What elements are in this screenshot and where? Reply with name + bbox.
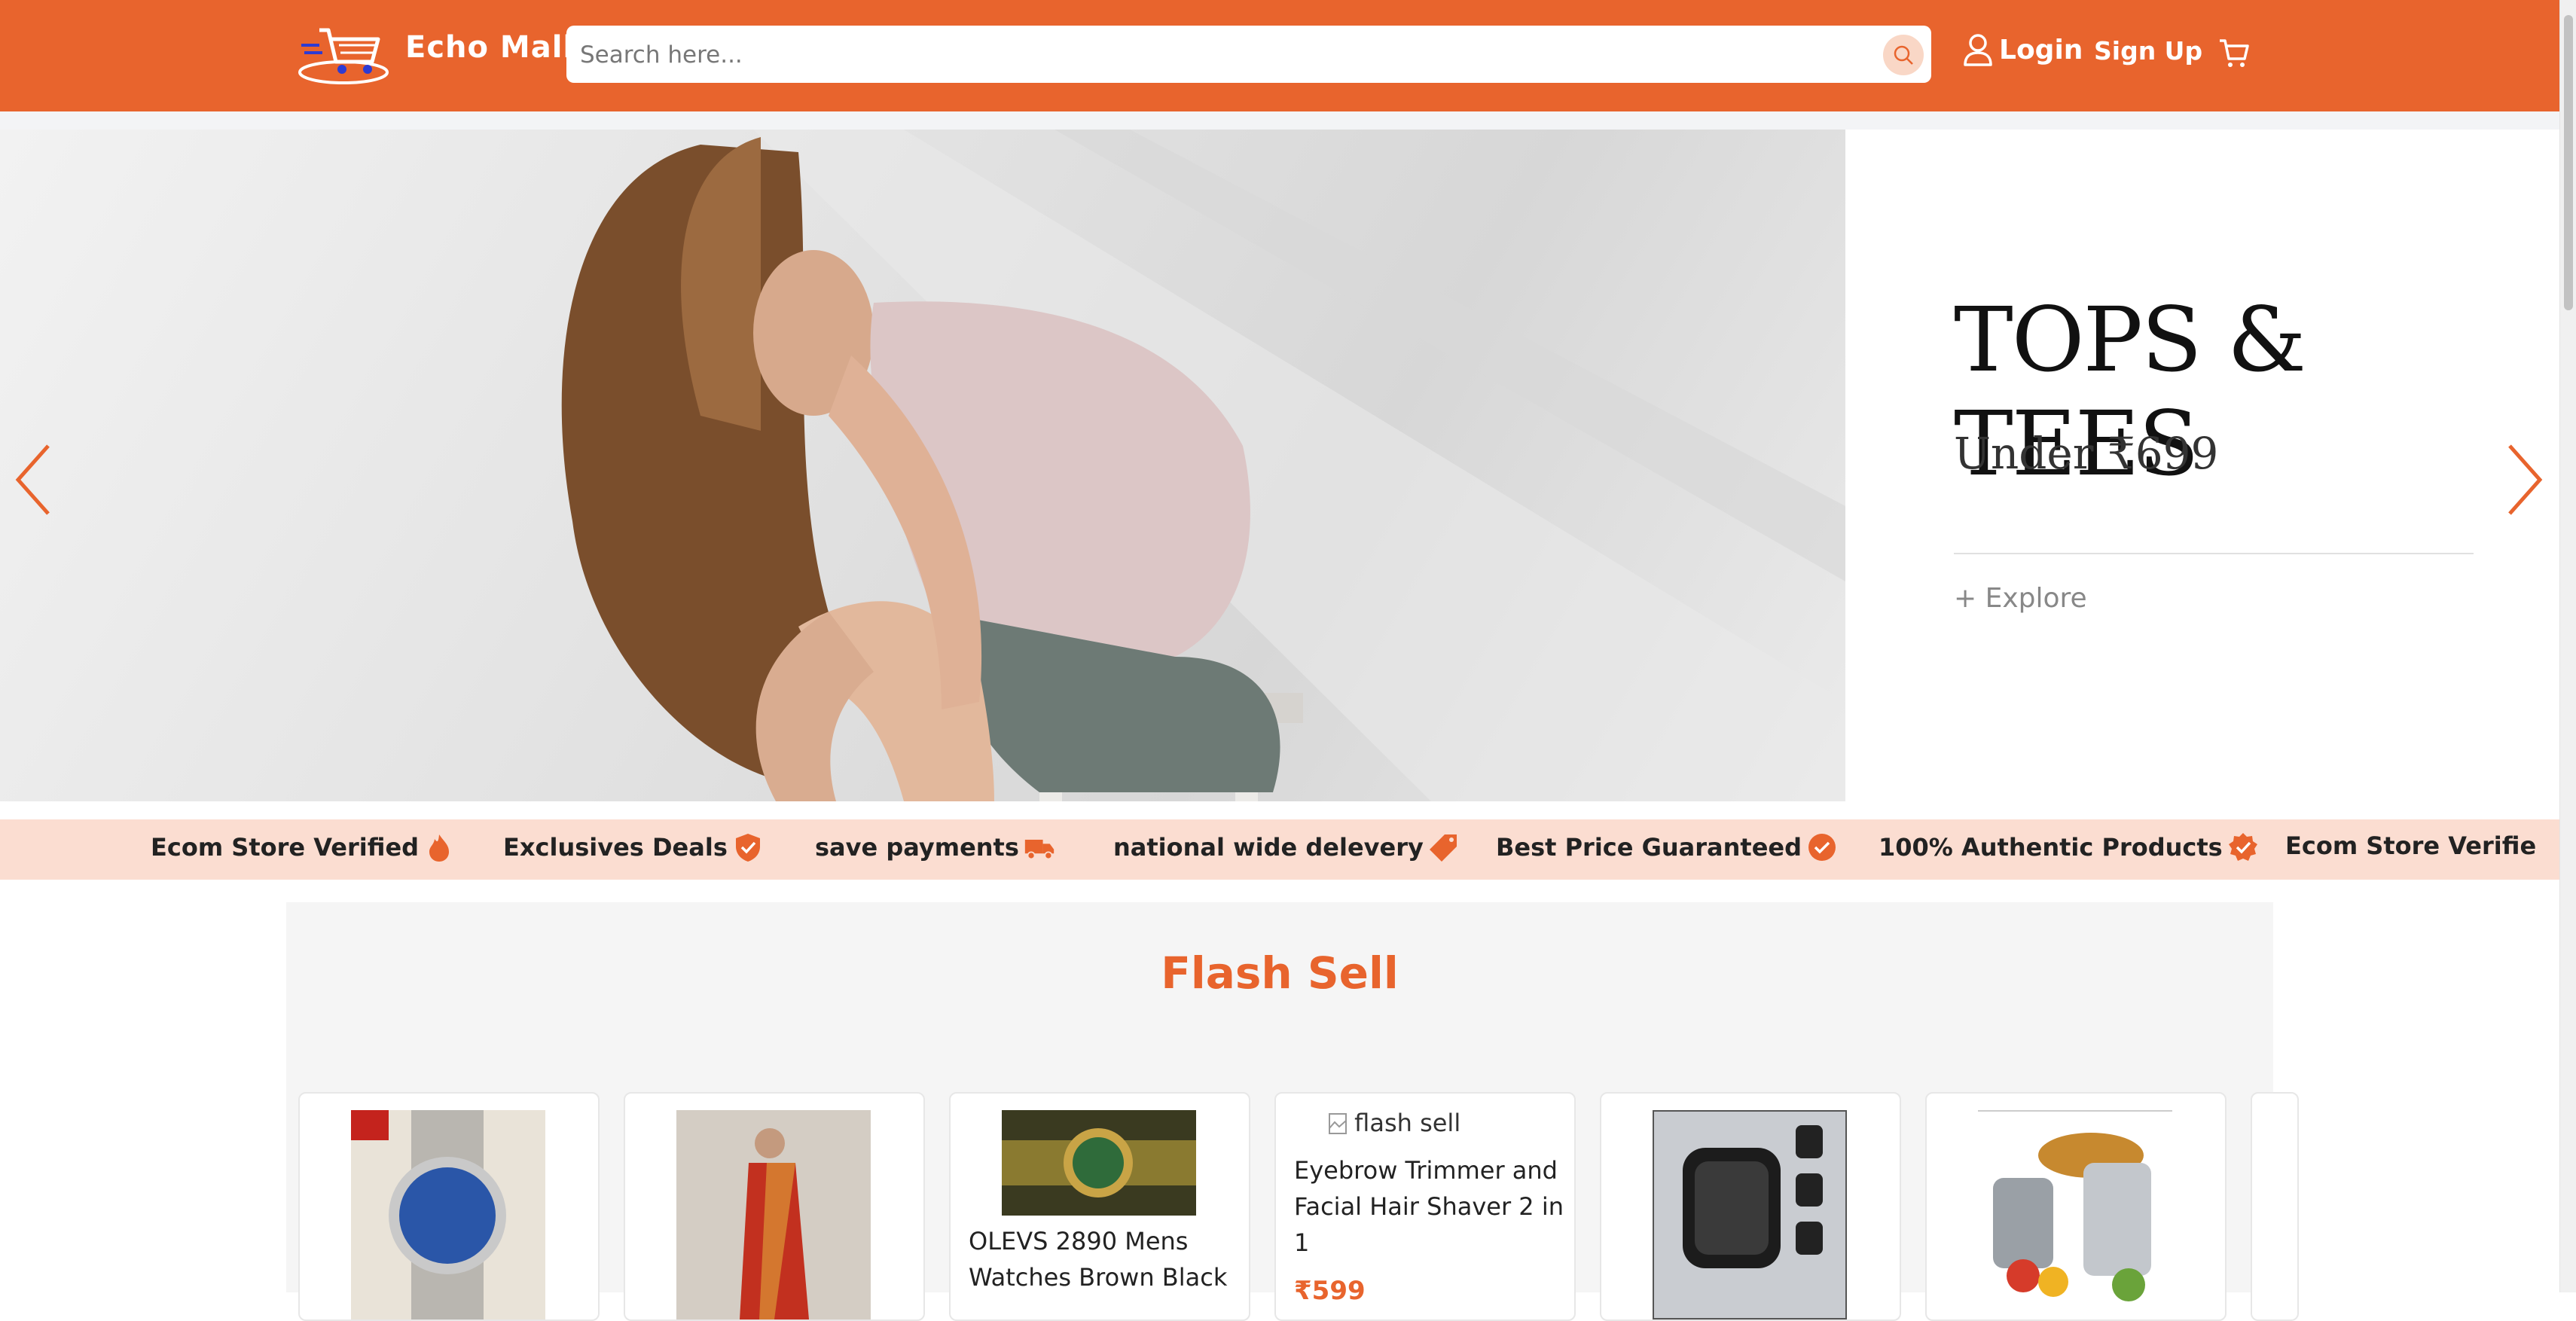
carousel-prev-icon[interactable]: [12, 431, 57, 529]
product-card[interactable]: [1600, 1092, 1901, 1321]
feature-marquee: Ecom Store Verified Exclusives Deals sav…: [0, 819, 2559, 880]
logo[interactable]: [297, 23, 390, 90]
marquee-label: national wide delevery: [1113, 833, 1424, 862]
broken-image-alt: flash sell: [1354, 1109, 1461, 1137]
marquee-label: 100% Authentic Products: [1879, 833, 2223, 862]
product-image-gold-watch: [1002, 1110, 1196, 1216]
marquee-item: Exclusives Deals: [503, 831, 764, 863]
product-image-saree: [676, 1110, 871, 1319]
marquee-item: Best Price Guaranteed: [1496, 831, 1838, 863]
search-input[interactable]: [578, 35, 1862, 75]
hero-divider: [1954, 553, 2474, 554]
hero-subtitle: Under ₹699: [1954, 428, 2219, 479]
product-name: OLEVS 2890 Mens Watches Brown Black: [969, 1227, 1228, 1292]
cart-logo-icon: [298, 28, 389, 84]
marquee-item: national wide delevery: [1113, 831, 1460, 863]
product-image-watch: [351, 1110, 545, 1319]
fire-icon: [429, 834, 450, 862]
product-card[interactable]: [298, 1092, 600, 1321]
product-card[interactable]: OLEVS 2890 Mens Watches Brown Black: [949, 1092, 1250, 1321]
marquee-item: save payments: [815, 831, 1055, 863]
product-image-grinder: [1978, 1110, 2172, 1319]
shield-check-icon: [735, 834, 760, 862]
product-price: ₹599: [1294, 1276, 1366, 1306]
hero-photo-illustration: [561, 130, 1845, 801]
brand-name[interactable]: Echo Mall: [405, 30, 574, 65]
product-card[interactable]: flash sell Eyebrow Trimmer and Facial Ha…: [1274, 1092, 1576, 1321]
check-circle-icon: [1808, 834, 1836, 861]
marquee-label: save payments: [815, 833, 1019, 862]
search-bar: [566, 26, 1931, 83]
explore-link[interactable]: + Explore: [1954, 583, 2087, 614]
marquee-item: 100% Authentic Products: [1879, 831, 2259, 863]
flash-sell-title: Flash Sell: [1161, 947, 1399, 999]
badge-check-icon: [2228, 833, 2257, 861]
user-icon: [1964, 34, 1992, 66]
truck-icon: [1024, 839, 1055, 860]
header-spacer: [0, 111, 2559, 130]
top-header: Echo Mall Login Sign Up: [0, 0, 2559, 111]
cart-icon: [2220, 39, 2249, 67]
scrollbar-thumb[interactable]: [2564, 15, 2573, 310]
product-card[interactable]: [1925, 1092, 2227, 1321]
product-name: Eyebrow Trimmer and Facial Hair Shaver 2…: [1294, 1156, 1564, 1257]
search-button[interactable]: [1883, 35, 1924, 75]
product-card[interactable]: [624, 1092, 925, 1321]
marquee-item: Ecom Store Verifie: [2285, 831, 2536, 860]
search-icon: [1894, 45, 1913, 65]
marquee-label: Exclusives Deals: [503, 833, 728, 862]
carousel-next-icon[interactable]: [2501, 431, 2546, 529]
login-label: Login: [1999, 34, 2083, 66]
product-image-smartwatch: [1653, 1110, 1847, 1319]
broken-image-icon: [1329, 1113, 1347, 1134]
marquee-label: Ecom Store Verified: [151, 833, 420, 862]
signup-button[interactable]: Sign Up: [2094, 36, 2202, 66]
marquee-item: Ecom Store Verified: [151, 831, 455, 863]
login-button[interactable]: Login: [1963, 33, 2083, 66]
tag-icon: [1429, 834, 1457, 862]
flash-sell-section: Flash Sell OLEVS 2890 Mens Watches Brown…: [286, 902, 2299, 1321]
broken-image: flash sell: [1329, 1109, 1460, 1137]
marquee-label: Best Price Guaranteed: [1496, 833, 1802, 862]
marquee-label: Ecom Store Verifie: [2285, 831, 2537, 860]
hero-carousel: TOPS & TEES Under ₹699 + Explore: [0, 130, 2559, 801]
product-card[interactable]: [2251, 1092, 2299, 1321]
cart-button[interactable]: [2217, 36, 2251, 72]
hero-image[interactable]: [0, 130, 1845, 801]
page-scrollbar[interactable]: [2559, 0, 2576, 1292]
